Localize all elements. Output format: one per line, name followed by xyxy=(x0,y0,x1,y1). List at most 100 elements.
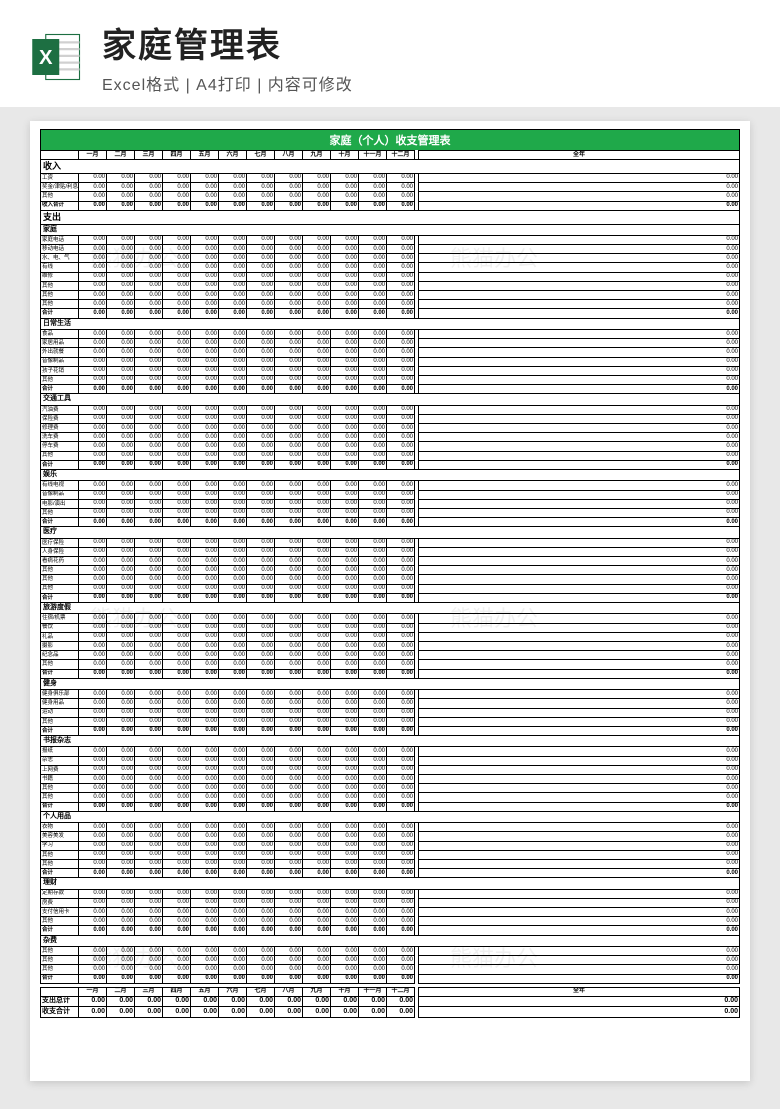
row-label: 其他 xyxy=(41,508,79,517)
row-label: 健身俱乐部 xyxy=(41,690,79,699)
row-label: 电影/演出 xyxy=(41,499,79,508)
footer-month-2: 二月 xyxy=(107,987,135,996)
row-label: 其他 xyxy=(41,660,79,669)
footer-month-7: 七月 xyxy=(247,987,275,996)
col-month-2: 二月 xyxy=(107,151,135,160)
row-label: 保险费 xyxy=(41,414,79,423)
group-理财: 理财 xyxy=(41,878,740,889)
row-label: 修理费 xyxy=(41,424,79,433)
income-subtotal: 收入合计 xyxy=(41,201,79,210)
row-label: 音像制品 xyxy=(41,357,79,366)
group-书报杂志: 书报杂志 xyxy=(41,736,740,747)
budget-table: 一月二月三月四月五月六月七月八月九月十月十一月十二月全年收入工资0.000.00… xyxy=(40,150,740,1018)
row-label: 其他 xyxy=(41,956,79,965)
row-label: 其他 xyxy=(41,717,79,726)
section-expense: 支出 xyxy=(41,210,740,224)
row-label: 停车费 xyxy=(41,442,79,451)
group-subtotal: 合计 xyxy=(41,309,79,318)
row-label: 奖金/津贴/利息/… xyxy=(41,183,79,192)
row-label: 住宿/机票 xyxy=(41,614,79,623)
row-label: 其他 xyxy=(41,192,79,201)
row-label: 报纸 xyxy=(41,747,79,756)
row-label: 其他 xyxy=(41,947,79,956)
page-title: 家庭管理表 xyxy=(102,18,750,67)
row-label: 餐饮 xyxy=(41,623,79,632)
section-income: 收入 xyxy=(41,160,740,174)
header-text: 家庭管理表 Excel格式 | A4打印 | 内容可修改 xyxy=(102,18,750,95)
row-label: 家居用品 xyxy=(41,339,79,348)
group-subtotal: 合计 xyxy=(41,926,79,935)
row-label: 上网费 xyxy=(41,765,79,774)
row-label: 其他 xyxy=(41,793,79,802)
footer-month-11: 十一月 xyxy=(359,987,387,996)
col-month-1: 一月 xyxy=(79,151,107,160)
balance-total: 收支合计 xyxy=(41,1007,79,1017)
row-label: 其他 xyxy=(41,859,79,868)
col-month-3: 三月 xyxy=(135,151,163,160)
group-家庭: 家庭 xyxy=(41,224,740,235)
group-娱乐: 娱乐 xyxy=(41,470,740,481)
page-header: X 家庭管理表 Excel格式 | A4打印 | 内容可修改 xyxy=(0,0,780,107)
group-subtotal: 合计 xyxy=(41,669,79,678)
col-month-7: 七月 xyxy=(247,151,275,160)
row-label: 书籍 xyxy=(41,775,79,784)
row-label: 食品 xyxy=(41,330,79,339)
footer-month-1: 一月 xyxy=(79,987,107,996)
row-label: 工资 xyxy=(41,173,79,182)
row-label: 维修 xyxy=(41,272,79,281)
col-month-6: 六月 xyxy=(219,151,247,160)
row-label: 健身用品 xyxy=(41,699,79,708)
row-label: 定期存款 xyxy=(41,889,79,898)
excel-icon: X xyxy=(30,30,84,84)
row-label: 洗车费 xyxy=(41,433,79,442)
row-label: 运动 xyxy=(41,708,79,717)
page-subtitle: Excel格式 | A4打印 | 内容可修改 xyxy=(102,71,750,95)
row-label: 有线电视 xyxy=(41,481,79,490)
col-month-8: 八月 xyxy=(275,151,303,160)
row-label: 水、电、气 xyxy=(41,254,79,263)
group-subtotal: 合计 xyxy=(41,726,79,735)
row-label: 杂志 xyxy=(41,756,79,765)
row-label: 摄影 xyxy=(41,642,79,651)
footer-month-8: 八月 xyxy=(275,987,303,996)
col-month-11: 十一月 xyxy=(359,151,387,160)
group-subtotal: 合计 xyxy=(41,460,79,469)
row-label: 人身保险 xyxy=(41,547,79,556)
col-month-12: 十二月 xyxy=(387,151,415,160)
row-label: 家庭电话 xyxy=(41,235,79,244)
col-label xyxy=(41,151,79,160)
col-month-10: 十月 xyxy=(331,151,359,160)
footer-month-6: 六月 xyxy=(219,987,247,996)
group-杂费: 杂费 xyxy=(41,935,740,946)
footer-month-5: 五月 xyxy=(191,987,219,996)
row-label: 看病花药 xyxy=(41,557,79,566)
row-label: 汽油费 xyxy=(41,405,79,414)
row-label: 其他 xyxy=(41,451,79,460)
footer-month-3: 三月 xyxy=(135,987,163,996)
group-subtotal: 合计 xyxy=(41,593,79,602)
col-month-4: 四月 xyxy=(163,151,191,160)
preview-area: 熊猫办公 熊猫办公 熊猫办公 熊猫办公 熊猫办公 熊猫办公 家庭（个人）收支管理… xyxy=(0,107,780,1109)
row-label: 学习 xyxy=(41,841,79,850)
svg-text:X: X xyxy=(39,46,53,68)
footer-month-4: 四月 xyxy=(163,987,191,996)
row-label: 纪念品 xyxy=(41,651,79,660)
group-subtotal: 合计 xyxy=(41,974,79,983)
row-label: 其他 xyxy=(41,300,79,309)
group-subtotal: 合计 xyxy=(41,385,79,394)
footer-month-10: 十月 xyxy=(331,987,359,996)
row-label: 其他 xyxy=(41,281,79,290)
row-label: 其他 xyxy=(41,566,79,575)
row-label: 有线 xyxy=(41,263,79,272)
row-label: 礼品 xyxy=(41,632,79,641)
group-交通工具: 交通工具 xyxy=(41,394,740,405)
group-个人用品: 个人用品 xyxy=(41,811,740,822)
row-label: 其他 xyxy=(41,917,79,926)
spreadsheet-preview: 熊猫办公 熊猫办公 熊猫办公 熊猫办公 熊猫办公 熊猫办公 家庭（个人）收支管理… xyxy=(30,121,750,1081)
group-旅游度假: 旅游度假 xyxy=(41,603,740,614)
row-label: 美容美发 xyxy=(41,832,79,841)
row-label: 房费 xyxy=(41,898,79,907)
group-subtotal: 合计 xyxy=(41,869,79,878)
expense-total: 支出总计 xyxy=(41,996,79,1006)
row-label: 支付信用卡 xyxy=(41,908,79,917)
